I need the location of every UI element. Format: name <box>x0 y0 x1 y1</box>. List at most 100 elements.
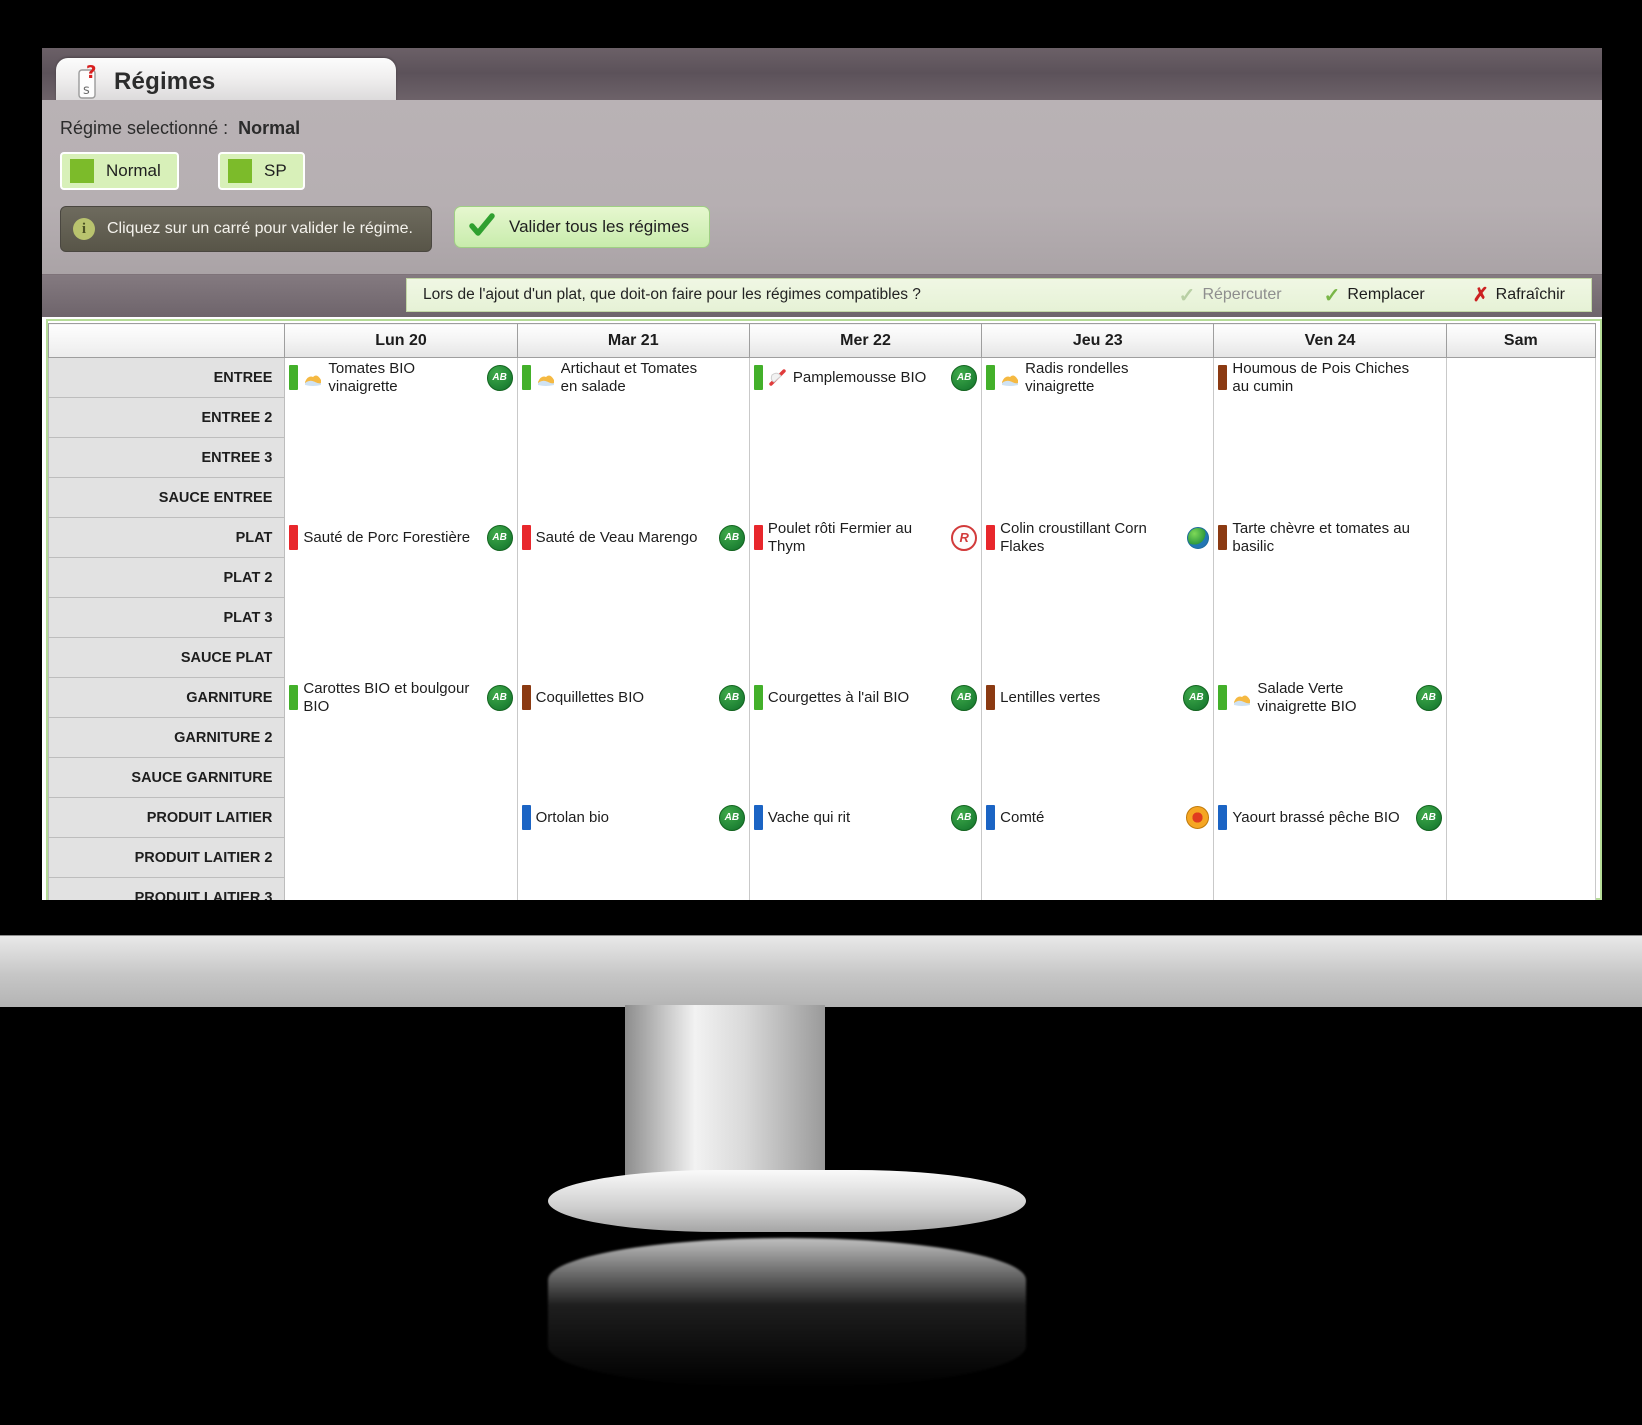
menu-cell[interactable] <box>516 597 750 638</box>
grid-column-header-mer-22[interactable]: Mer 22 <box>748 323 983 358</box>
menu-cell[interactable] <box>1445 757 1597 798</box>
empty-menu-slot[interactable] <box>1451 758 1591 798</box>
grid-column-header-sam[interactable]: Sam <box>1445 323 1597 358</box>
menu-cell[interactable]: Courgettes à l'ail BIO AB <box>748 677 983 718</box>
menu-cell[interactable] <box>284 437 518 478</box>
grid-column-header-jeu-23[interactable]: Jeu 23 <box>981 323 1215 358</box>
empty-menu-slot[interactable] <box>986 438 1209 478</box>
empty-menu-slot[interactable] <box>754 758 977 798</box>
menu-cell[interactable] <box>981 757 1215 798</box>
empty-menu-slot[interactable] <box>289 838 512 878</box>
menu-cell[interactable] <box>516 717 750 758</box>
empty-menu-slot[interactable] <box>522 878 745 901</box>
dish-entry[interactable]: Pamplemousse BIO AB <box>753 358 978 398</box>
empty-menu-slot[interactable] <box>986 478 1209 518</box>
empty-menu-slot[interactable] <box>1451 398 1591 438</box>
empty-menu-slot[interactable] <box>522 478 745 518</box>
menu-cell[interactable] <box>1213 757 1447 798</box>
menu-cell[interactable] <box>1213 637 1447 678</box>
empty-menu-slot[interactable] <box>754 878 977 901</box>
menu-cell[interactable] <box>516 837 750 878</box>
menu-cell[interactable]: Vache qui rit AB <box>748 797 983 838</box>
empty-menu-slot[interactable] <box>986 758 1209 798</box>
menu-cell[interactable] <box>981 557 1215 598</box>
menu-cell[interactable] <box>1213 397 1447 438</box>
menu-cell[interactable] <box>516 757 750 798</box>
menu-cell[interactable] <box>748 597 983 638</box>
empty-menu-slot[interactable] <box>289 798 512 838</box>
empty-menu-slot[interactable] <box>522 558 745 598</box>
menu-cell[interactable] <box>981 837 1215 878</box>
menu-cell[interactable] <box>516 877 750 901</box>
menu-cell[interactable] <box>1213 837 1447 878</box>
empty-menu-slot[interactable] <box>1218 758 1441 798</box>
menu-cell[interactable] <box>284 557 518 598</box>
menu-cell[interactable] <box>284 837 518 878</box>
grid-column-header-mar-21[interactable]: Mar 21 <box>516 323 750 358</box>
empty-menu-slot[interactable] <box>986 838 1209 878</box>
menu-cell[interactable]: Tomates BIO vinaigrette AB <box>284 357 518 398</box>
menu-cell[interactable]: Sauté de Veau Marengo AB <box>516 517 750 558</box>
dish-entry[interactable]: Radis rondelles vinaigrette <box>986 358 1209 398</box>
menu-cell[interactable] <box>1445 597 1597 638</box>
menu-cell[interactable] <box>748 717 983 758</box>
menu-cell[interactable] <box>284 717 518 758</box>
menu-cell[interactable] <box>1445 717 1597 758</box>
menu-cell[interactable] <box>748 437 983 478</box>
dish-entry[interactable]: Carottes BIO et boulgour BIO AB <box>289 678 513 718</box>
menu-cell[interactable] <box>748 477 983 518</box>
menu-cell[interactable] <box>1445 437 1597 478</box>
menu-cell[interactable] <box>1213 877 1447 901</box>
empty-menu-slot[interactable] <box>754 558 977 598</box>
dish-entry[interactable]: Colin croustillant Corn Flakes <box>986 518 1210 558</box>
menu-cell[interactable] <box>1445 517 1597 558</box>
menu-cell[interactable] <box>1445 397 1597 438</box>
menu-cell[interactable] <box>516 557 750 598</box>
menu-cell[interactable]: Sauté de Porc Forestière AB <box>284 517 518 558</box>
empty-menu-slot[interactable] <box>754 838 977 878</box>
menu-cell[interactable]: Tarte chèvre et tomates au basilic <box>1213 517 1447 558</box>
empty-menu-slot[interactable] <box>1451 638 1591 678</box>
empty-menu-slot[interactable] <box>522 758 745 798</box>
menu-cell[interactable] <box>1445 797 1597 838</box>
menu-cell[interactable]: Salade Verte vinaigrette BIO AB <box>1213 677 1447 718</box>
empty-menu-slot[interactable] <box>522 398 745 438</box>
empty-menu-slot[interactable] <box>289 718 512 758</box>
empty-menu-slot[interactable] <box>986 718 1209 758</box>
menu-cell[interactable] <box>516 477 750 518</box>
empty-menu-slot[interactable] <box>1451 718 1591 758</box>
dish-entry[interactable]: Comté <box>986 798 1210 838</box>
menu-cell[interactable] <box>1445 477 1597 518</box>
menu-cell[interactable] <box>1445 837 1597 878</box>
empty-menu-slot[interactable] <box>1218 398 1441 438</box>
menu-cell[interactable] <box>1213 557 1447 598</box>
menu-cell[interactable] <box>748 757 983 798</box>
empty-menu-slot[interactable] <box>754 478 977 518</box>
tab-regimes[interactable]: s ? Régimes <box>56 58 396 104</box>
dish-entry[interactable]: Tomates BIO vinaigrette AB <box>289 358 513 398</box>
menu-cell[interactable] <box>1213 717 1447 758</box>
menu-cell[interactable] <box>516 437 750 478</box>
empty-menu-slot[interactable] <box>522 638 745 678</box>
validate-all-regimes-button[interactable]: Valider tous les régimes <box>454 206 711 248</box>
empty-menu-slot[interactable] <box>522 838 745 878</box>
empty-menu-slot[interactable] <box>754 718 977 758</box>
empty-menu-slot[interactable] <box>754 638 977 678</box>
empty-menu-slot[interactable] <box>754 598 977 638</box>
menu-cell[interactable] <box>1445 357 1597 398</box>
menu-cell[interactable]: Ortolan bio AB <box>516 797 750 838</box>
empty-menu-slot[interactable] <box>986 638 1209 678</box>
empty-menu-slot[interactable] <box>986 878 1209 901</box>
menu-cell[interactable] <box>1445 637 1597 678</box>
empty-menu-slot[interactable] <box>1218 878 1441 901</box>
empty-menu-slot[interactable] <box>1218 598 1441 638</box>
dish-entry[interactable]: Coquillettes BIO AB <box>521 678 745 718</box>
empty-menu-slot[interactable] <box>1451 558 1591 598</box>
empty-menu-slot[interactable] <box>289 478 512 518</box>
menu-cell[interactable]: Colin croustillant Corn Flakes <box>981 517 1215 558</box>
empty-menu-slot[interactable] <box>289 878 512 901</box>
menu-cell[interactable] <box>1213 437 1447 478</box>
menu-cell[interactable] <box>748 557 983 598</box>
empty-menu-slot[interactable] <box>1451 598 1591 638</box>
menu-cell[interactable] <box>1213 477 1447 518</box>
